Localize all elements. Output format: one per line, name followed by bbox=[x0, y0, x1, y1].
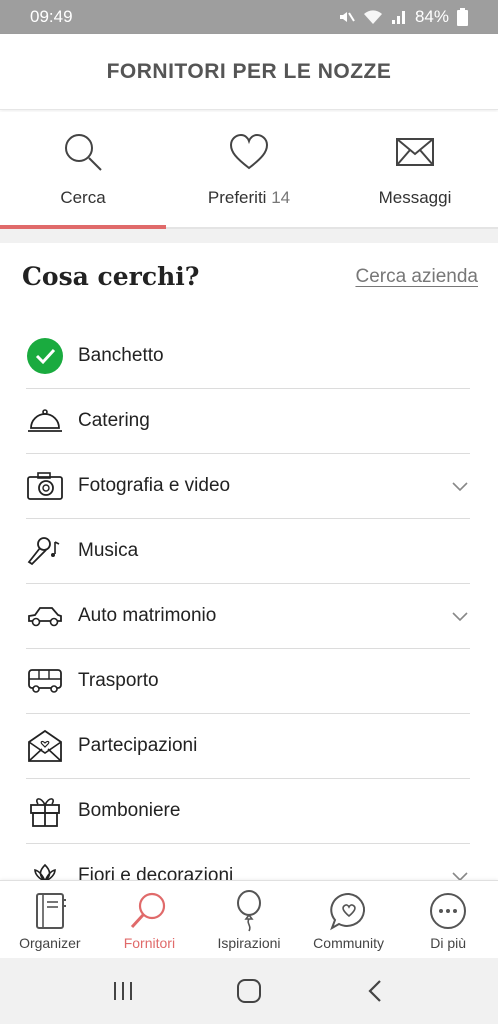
vendor-tabs: Cerca Preferiti 14 Messaggi bbox=[0, 112, 498, 229]
battery-percent: 84% bbox=[414, 7, 449, 26]
tab-label: Messaggi bbox=[378, 188, 452, 207]
page-title: FORNITORI PER LE NOZZE bbox=[106, 59, 392, 83]
tab-preferiti[interactable]: Preferiti 14 bbox=[166, 112, 332, 227]
nav-organizer[interactable]: Organizer bbox=[0, 881, 100, 958]
battery-icon bbox=[457, 8, 468, 26]
category-fiori[interactable]: Fiori e decorazioni bbox=[26, 844, 470, 880]
category-label: Catering bbox=[78, 410, 150, 431]
category-label: Trasporto bbox=[78, 670, 159, 691]
category-bomboniere[interactable]: Bomboniere bbox=[26, 779, 470, 844]
nav-di-piu[interactable]: Di più bbox=[398, 881, 498, 958]
nav-label: Organizer bbox=[19, 935, 81, 951]
microphone-icon bbox=[26, 532, 64, 570]
nav-ispirazioni[interactable]: Ispirazioni bbox=[199, 881, 299, 958]
status-bar: 09:49 84% bbox=[0, 0, 498, 34]
system-navigation bbox=[0, 958, 498, 1024]
wifi-icon bbox=[363, 10, 382, 24]
nav-label: Ispirazioni bbox=[217, 935, 281, 951]
tab-label: Preferiti bbox=[207, 188, 267, 207]
chevron-down-icon[interactable] bbox=[450, 476, 470, 496]
car-icon bbox=[26, 597, 64, 635]
recent-apps-icon bbox=[114, 982, 132, 1000]
category-auto[interactable]: Auto matrimonio bbox=[26, 584, 470, 649]
section-title: Cosa cerchi? bbox=[22, 262, 200, 291]
search-company-link[interactable]: Cerca azienda bbox=[355, 266, 478, 288]
favorites-count: 14 bbox=[271, 188, 291, 207]
tab-cerca[interactable]: Cerca bbox=[0, 112, 166, 229]
chevron-down-icon[interactable] bbox=[450, 866, 470, 880]
chevron-down-icon[interactable] bbox=[450, 606, 470, 626]
envelope-icon bbox=[395, 130, 435, 174]
camera-icon bbox=[26, 467, 64, 505]
cloche-icon bbox=[26, 402, 64, 440]
tab-label: Cerca bbox=[60, 188, 106, 207]
home-button[interactable] bbox=[229, 971, 269, 1011]
signal-icon bbox=[391, 11, 405, 24]
home-icon bbox=[237, 979, 261, 1003]
notebook-icon bbox=[33, 889, 67, 933]
category-label: Partecipazioni bbox=[78, 735, 198, 756]
balloon-icon bbox=[234, 889, 264, 933]
category-partecipazioni[interactable]: Partecipazioni bbox=[26, 714, 470, 779]
tab-messaggi[interactable]: Messaggi bbox=[332, 112, 498, 227]
bottom-navigation: Organizer Fornitori Ispirazioni Communit… bbox=[0, 880, 498, 958]
nav-label: Di più bbox=[430, 935, 467, 951]
category-label: Fiori e decorazioni bbox=[78, 865, 234, 880]
category-fotografia[interactable]: Fotografia e video bbox=[26, 454, 470, 519]
status-time: 09:49 bbox=[30, 7, 73, 26]
nav-fornitori[interactable]: Fornitori bbox=[100, 881, 200, 958]
nav-community[interactable]: Community bbox=[299, 881, 399, 958]
category-list: Banchetto Catering Fotografia e video Mu… bbox=[26, 324, 470, 880]
back-icon bbox=[368, 980, 381, 1002]
chat-heart-icon bbox=[329, 889, 369, 933]
section-divider bbox=[0, 229, 498, 243]
check-circle-icon bbox=[26, 337, 64, 375]
search-heading: Cosa cerchi? Cerca azienda bbox=[22, 262, 478, 291]
search-icon bbox=[62, 130, 104, 174]
app-header: FORNITORI PER LE NOZZE bbox=[0, 34, 498, 110]
more-icon bbox=[428, 889, 468, 933]
bus-icon bbox=[26, 662, 64, 700]
category-catering[interactable]: Catering bbox=[26, 389, 470, 454]
recent-apps-button[interactable] bbox=[103, 971, 143, 1011]
category-banchetto[interactable]: Banchetto bbox=[26, 324, 470, 389]
back-button[interactable] bbox=[355, 971, 395, 1011]
category-label: Auto matrimonio bbox=[78, 605, 217, 626]
magnifier-icon bbox=[129, 889, 169, 933]
category-musica[interactable]: Musica bbox=[26, 519, 470, 584]
category-trasporto[interactable]: Trasporto bbox=[26, 649, 470, 714]
heart-icon bbox=[228, 130, 270, 174]
mute-icon bbox=[339, 12, 355, 22]
gift-icon bbox=[26, 792, 64, 830]
category-label: Fotografia e video bbox=[78, 475, 231, 496]
flower-icon bbox=[26, 857, 64, 880]
category-label: Musica bbox=[78, 540, 139, 561]
category-label: Bomboniere bbox=[78, 800, 181, 821]
category-label: Banchetto bbox=[78, 345, 164, 366]
nav-label: Community bbox=[313, 935, 384, 951]
nav-label: Fornitori bbox=[123, 935, 176, 951]
status-icons: 84% bbox=[337, 7, 468, 27]
invitation-icon bbox=[26, 727, 64, 765]
